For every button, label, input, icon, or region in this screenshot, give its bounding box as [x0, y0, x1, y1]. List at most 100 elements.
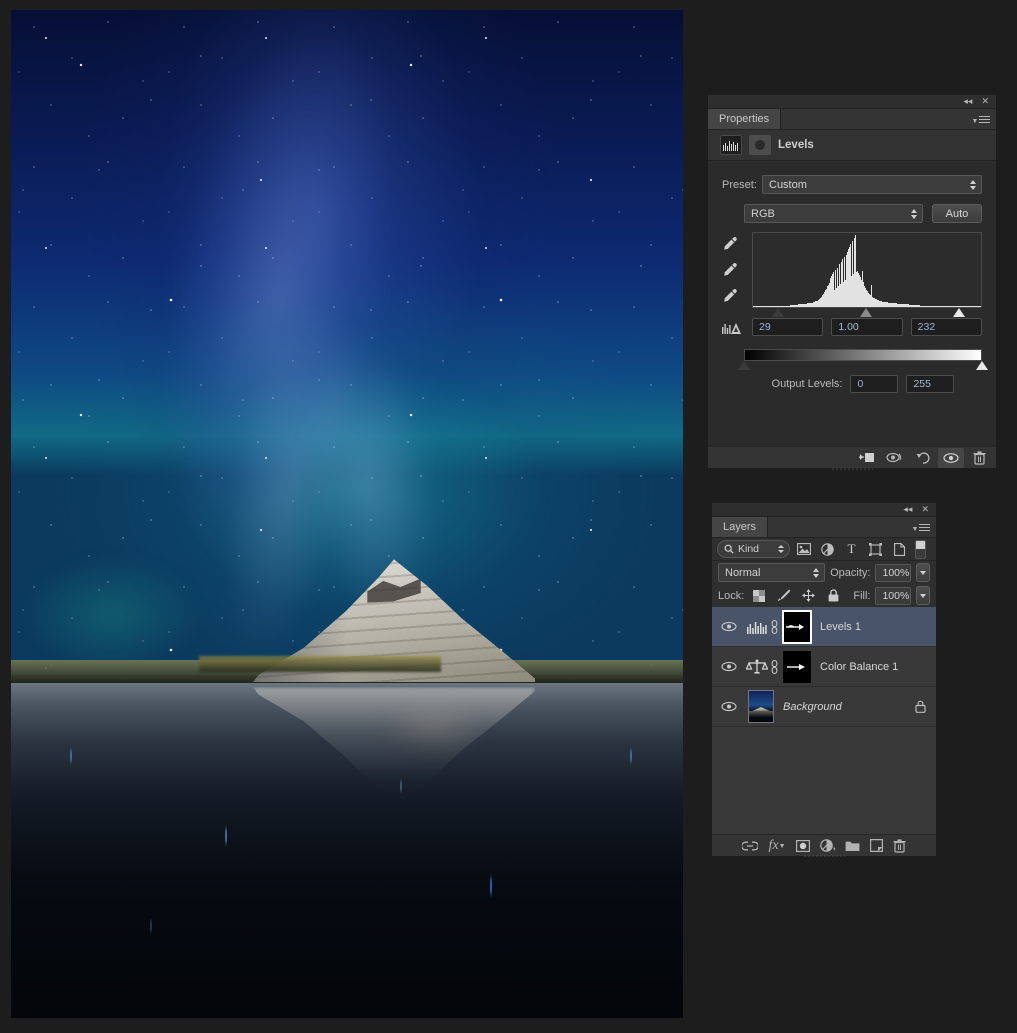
shape-filter-icon[interactable]: [865, 540, 886, 559]
collapse-icon[interactable]: ◂◂: [963, 97, 972, 106]
tab-properties[interactable]: Properties: [708, 109, 782, 129]
lock-image-icon[interactable]: [774, 586, 794, 605]
lock-transparency-icon[interactable]: [749, 586, 769, 605]
foreground-grass: [199, 656, 442, 673]
fill-field[interactable]: 100%: [875, 586, 911, 605]
opacity-label: Opacity:: [830, 566, 871, 579]
layers-footer: fx ▼ ▼: [712, 834, 936, 856]
toggle-visibility-icon[interactable]: [938, 447, 964, 468]
gray-point-eyedropper-icon[interactable]: [722, 262, 744, 278]
gamma-input-slider[interactable]: [860, 308, 872, 317]
close-icon[interactable]: ✕: [981, 97, 989, 106]
preset-value: Custom: [769, 178, 807, 191]
table-row[interactable]: Color Balance 1: [712, 647, 936, 687]
layers-titlebar: ◂◂ ✕: [712, 503, 936, 517]
table-row[interactable]: Levels 1: [712, 607, 936, 647]
levels-adjustment-thumbnail[interactable]: [744, 614, 770, 640]
layer-visibility-icon[interactable]: [714, 661, 744, 672]
image-canvas[interactable]: [11, 10, 683, 1018]
layer-visibility-icon[interactable]: [714, 701, 744, 712]
input-gamma-field[interactable]: 1.00: [831, 318, 903, 336]
layer-styles-fx-icon[interactable]: fx ▼: [768, 838, 785, 854]
output-level-sliders[interactable]: [738, 361, 988, 371]
eyedropper-group: [722, 232, 744, 304]
star-reflection-streaks: [11, 715, 683, 1018]
output-white-field[interactable]: 255: [906, 375, 955, 393]
layer-mask-thumbnail[interactable]: [782, 609, 812, 644]
properties-tabstrip: Properties ▼: [708, 109, 996, 130]
panel-menu-icon[interactable]: ▼: [972, 114, 990, 127]
blend-mode-value: Normal: [725, 566, 761, 579]
preset-select[interactable]: Custom: [762, 175, 982, 194]
layer-visibility-icon[interactable]: [714, 621, 744, 632]
clip-mask-icon[interactable]: [749, 135, 771, 155]
input-white-field[interactable]: 232: [910, 318, 982, 336]
adjustment-header: Levels: [708, 130, 996, 161]
opacity-stepper[interactable]: [915, 563, 930, 582]
color-balance-adjustment-thumbnail[interactable]: [744, 654, 770, 680]
levels-adjust-icon: [722, 321, 744, 334]
delete-adjustment-icon[interactable]: [966, 448, 992, 468]
reset-icon[interactable]: [910, 448, 936, 468]
channel-select[interactable]: RGB: [744, 204, 923, 223]
link-layers-icon[interactable]: [742, 841, 759, 851]
new-adjustment-layer-icon[interactable]: ▼: [819, 839, 835, 852]
fill-stepper[interactable]: [915, 586, 930, 605]
white-input-slider[interactable]: [953, 308, 966, 317]
blend-mode-row: Normal Opacity: 100%: [712, 561, 936, 584]
channel-row: RGB Auto: [708, 194, 996, 223]
panel-title: Levels: [778, 139, 814, 151]
add-layer-mask-icon[interactable]: [795, 839, 810, 852]
channel-value: RGB: [751, 207, 775, 220]
lock-position-icon[interactable]: [799, 586, 819, 605]
auto-button[interactable]: Auto: [932, 204, 982, 223]
delete-layer-icon[interactable]: [893, 838, 906, 853]
new-group-icon[interactable]: [845, 840, 860, 852]
search-icon: [724, 544, 734, 554]
smart-object-filter-icon[interactable]: [889, 540, 910, 559]
panel-resize-grip[interactable]: [831, 467, 873, 472]
preset-row: Preset: Custom: [708, 171, 996, 194]
new-layer-icon[interactable]: [869, 839, 883, 852]
panel-resize-grip[interactable]: [803, 854, 845, 859]
collapse-icon[interactable]: ◂◂: [903, 505, 912, 514]
filter-toggle-switch[interactable]: [915, 539, 926, 559]
panel-menu-icon[interactable]: ▼: [912, 522, 930, 535]
lock-all-icon[interactable]: [824, 586, 844, 605]
tab-layers[interactable]: Layers: [712, 517, 769, 537]
white-point-eyedropper-icon[interactable]: [722, 288, 744, 304]
type-filter-icon[interactable]: T: [841, 540, 862, 559]
properties-footer: [708, 446, 996, 468]
histogram-row: [708, 223, 996, 318]
layer-list-empty-area: [712, 781, 936, 834]
input-level-sliders[interactable]: [752, 308, 982, 318]
close-icon[interactable]: ✕: [921, 505, 929, 514]
background-layer-thumbnail[interactable]: [748, 690, 774, 723]
svg-text:▼: ▼: [832, 847, 835, 852]
black-input-slider[interactable]: [771, 308, 784, 317]
properties-titlebar: ◂◂ ✕: [708, 95, 996, 109]
layers-tabstrip: Layers ▼: [712, 517, 936, 538]
output-gradient-area: [708, 336, 996, 371]
table-row[interactable]: Background: [712, 687, 936, 727]
pixel-filter-icon[interactable]: [793, 540, 814, 559]
black-output-slider[interactable]: [738, 361, 750, 370]
layer-filter-row: Kind T: [712, 538, 936, 561]
input-black-field[interactable]: 29: [752, 318, 824, 336]
adjustment-filter-icon[interactable]: [817, 540, 838, 559]
clip-to-layer-icon[interactable]: [854, 448, 880, 468]
mask-link-icon[interactable]: [770, 659, 783, 674]
opacity-field[interactable]: 100%: [875, 563, 911, 582]
white-output-slider[interactable]: [976, 361, 988, 370]
properties-panel: ◂◂ ✕ Properties ▼ Levels Preset: Custom …: [708, 95, 996, 472]
blend-mode-select[interactable]: Normal: [718, 563, 826, 582]
filter-kind-select[interactable]: Kind: [717, 540, 790, 558]
view-previous-state-icon[interactable]: [882, 448, 908, 468]
output-black-field[interactable]: 0: [850, 375, 899, 393]
photograph: [11, 10, 683, 1018]
black-point-eyedropper-icon[interactable]: [722, 236, 744, 252]
mask-link-icon[interactable]: [770, 619, 783, 634]
layer-name: Levels 1: [820, 620, 861, 633]
layer-list: Levels 1 Color Balance 1 Background: [712, 607, 936, 781]
layer-mask-thumbnail[interactable]: [783, 650, 811, 683]
